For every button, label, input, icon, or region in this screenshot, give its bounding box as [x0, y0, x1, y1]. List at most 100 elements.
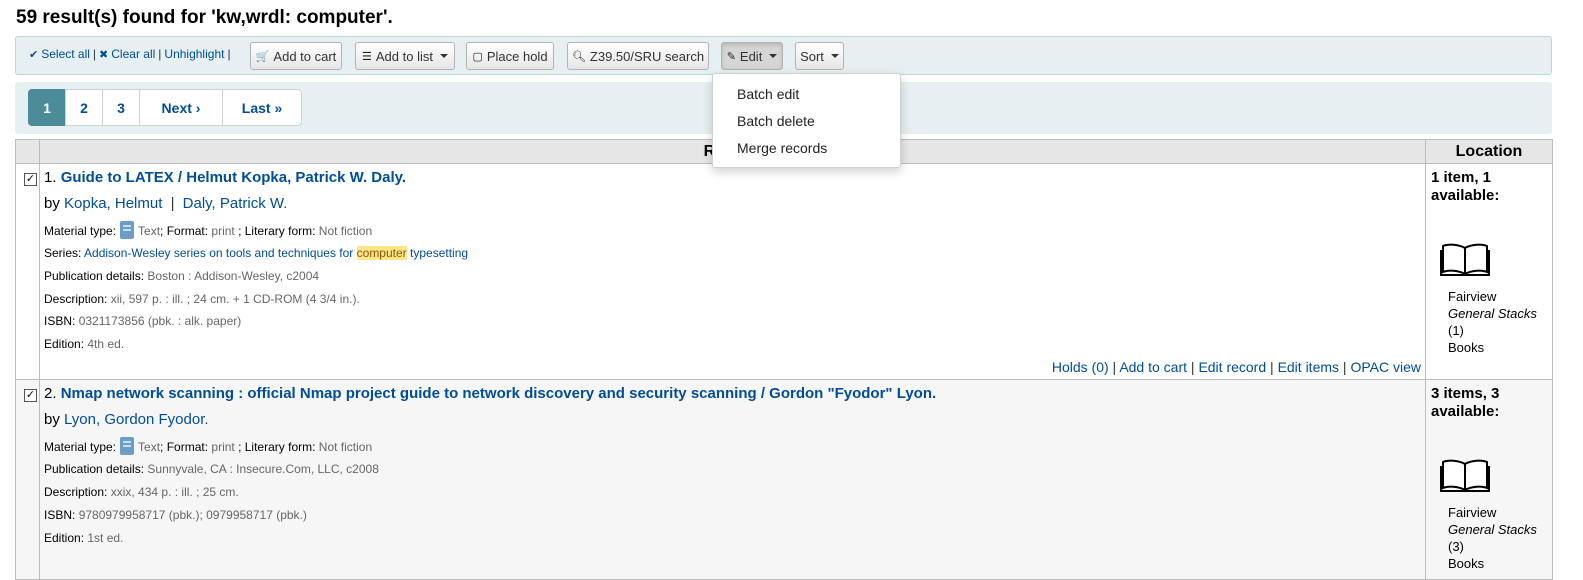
- item-count: (1): [1448, 323, 1464, 338]
- table-row: ✓ 1. Guide to LATEX / Helmut Kopka, Patr…: [15, 163, 1553, 380]
- select-column-header: [15, 139, 40, 164]
- row-checkbox[interactable]: ✓: [24, 389, 37, 402]
- edit-record-link[interactable]: Edit record: [1198, 359, 1266, 375]
- isbn-line: ISBN: 0321173856 (pbk. : alk. paper): [44, 314, 241, 328]
- chevron-down-icon: [769, 54, 778, 58]
- author-link[interactable]: Daly, Patrick W.: [183, 195, 288, 212]
- material-type-value: Text: [138, 440, 161, 454]
- record-authors: by Lyon, Gordon Fyodor.: [44, 411, 209, 428]
- table-row: ✓ 2. Nmap network scanning : official Nm…: [15, 379, 1553, 580]
- z3950-search-button[interactable]: 🔍︎ Z39.50/SRU search: [567, 42, 709, 70]
- material-type-line: Material type: Text; Format: print ; Lite…: [44, 437, 372, 455]
- literary-form-label: ; Literary form:: [238, 440, 316, 454]
- holding-info: Fairview General Stacks (1) Books: [1448, 288, 1537, 356]
- add-to-list-button[interactable]: ☰ Add to list: [355, 42, 455, 70]
- description-line: Description: xii, 597 p. : ill. ; 24 cm.…: [44, 292, 360, 306]
- place-hold-button[interactable]: ▢ Place hold: [466, 42, 554, 70]
- last-page[interactable]: Last »: [222, 89, 302, 126]
- location-cell: 1 item, 1 available: Fairview General St…: [1425, 163, 1553, 380]
- holding-info: Fairview General Stacks (3) Books: [1448, 504, 1537, 572]
- description-label: Description:: [44, 485, 108, 499]
- results-table: Results Location ✓ 1. Guide to LATEX / H…: [15, 139, 1553, 580]
- publication-line: Publication details: Sunnyvale, CA : Ins…: [44, 462, 379, 476]
- author-link[interactable]: Kopka, Helmut: [64, 195, 162, 212]
- select-all-link[interactable]: Select all: [41, 47, 90, 61]
- isbn-label: ISBN:: [44, 314, 76, 328]
- book-text-icon: [120, 437, 135, 455]
- publication-value: Sunnyvale, CA : Insecure.Com, LLC, c2008: [147, 462, 379, 476]
- description-value: xii, 597 p. : ill. ; 24 cm. + 1 CD-ROM (…: [110, 292, 360, 306]
- edition-label: Edition:: [44, 531, 85, 545]
- pencil-icon: ✎: [726, 50, 736, 63]
- edition-label: Edition:: [44, 337, 85, 351]
- location-column-header: Location: [1425, 139, 1553, 164]
- format-label: ; Format:: [160, 440, 209, 454]
- literary-form-label: ; Literary form:: [238, 224, 316, 238]
- edition-value: 4th ed.: [87, 337, 125, 351]
- availability-text: 1 item, 1 available:: [1431, 169, 1500, 204]
- isbn-value: 9780979958717 (pbk.); 0979958717 (pbk.): [78, 508, 307, 522]
- sort-button[interactable]: Sort: [795, 42, 844, 70]
- material-type-label: Material type:: [44, 440, 117, 454]
- opac-view-link[interactable]: OPAC view: [1350, 359, 1421, 375]
- row-checkbox[interactable]: ✓: [24, 173, 37, 186]
- record-title: 2. Nmap network scanning : official Nmap…: [44, 385, 936, 402]
- page-2[interactable]: 2: [65, 89, 103, 126]
- next-page[interactable]: Next ›: [139, 89, 223, 126]
- series-link[interactable]: Addison-Wesley series on tools and techn…: [84, 246, 468, 260]
- by-label: by: [44, 195, 60, 212]
- sort-label: Sort: [800, 48, 824, 64]
- record-details: 1. Guide to LATEX / Helmut Kopka, Patric…: [39, 163, 1426, 380]
- material-type-label: Material type:: [44, 224, 117, 238]
- author-link[interactable]: Lyon, Gordon Fyodor.: [64, 411, 209, 428]
- edit-dropdown-menu: Batch edit Batch delete Merge records: [712, 73, 901, 168]
- pagination: 1 2 3 Next › Last »: [28, 89, 302, 126]
- description-label: Description:: [44, 292, 108, 306]
- add-to-cart-link[interactable]: Add to cart: [1119, 359, 1187, 375]
- description-value: xxix, 434 p. : ill. ; 25 cm.: [110, 485, 239, 499]
- unhighlight-link[interactable]: Unhighlight: [164, 47, 224, 61]
- page-3[interactable]: 3: [102, 89, 140, 126]
- isbn-label: ISBN:: [44, 508, 76, 522]
- edit-items-link[interactable]: Edit items: [1278, 359, 1339, 375]
- book-icon: [1440, 243, 1490, 276]
- place-hold-label: Place hold: [486, 48, 548, 64]
- record-number: 1.: [44, 169, 57, 186]
- edition-line: Edition: 4th ed.: [44, 337, 124, 351]
- row-select-cell: ✓: [15, 379, 40, 580]
- cart-icon: 🛒: [255, 50, 270, 63]
- publication-label: Publication details:: [44, 462, 145, 476]
- holds-link[interactable]: Holds (0): [1052, 359, 1109, 375]
- add-to-cart-button[interactable]: 🛒 Add to cart: [250, 42, 342, 70]
- material-type-line: Material type: Text; Format: print ; Lite…: [44, 221, 372, 239]
- merge-records-menu-item[interactable]: Merge records: [737, 140, 827, 156]
- format-value: print: [211, 440, 235, 454]
- add-to-cart-label: Add to cart: [273, 48, 337, 64]
- chevron-down-icon: [439, 54, 448, 58]
- record-title-link[interactable]: Guide to LATEX / Helmut Kopka, Patrick W…: [61, 169, 406, 186]
- library-name: Fairview: [1448, 289, 1497, 304]
- material-type-value: Text: [138, 224, 161, 238]
- location-cell: 3 items, 3 available: Fairview General S…: [1425, 379, 1553, 580]
- record-number: 2.: [44, 385, 57, 402]
- results-toolbar: ✔ Select all | ✖ Clear all | Unhighlight | 🛒 Add…: [15, 36, 1552, 75]
- page-1[interactable]: 1: [28, 89, 66, 126]
- record-title: 1. Guide to LATEX / Helmut Kopka, Patric…: [44, 169, 406, 186]
- publication-value: Boston : Addison-Wesley, c2004: [147, 269, 320, 283]
- clear-all-link[interactable]: Clear all: [111, 47, 155, 61]
- availability-text: 3 items, 3 available:: [1431, 385, 1500, 420]
- check-icon: ✔: [29, 49, 39, 61]
- item-type: Books: [1448, 340, 1485, 355]
- z3950-label: Z39.50/SRU search: [589, 48, 705, 64]
- edit-label: Edit: [739, 48, 763, 64]
- close-icon: ✖: [99, 49, 109, 61]
- edit-button[interactable]: ✎ Edit: [721, 42, 783, 70]
- isbn-line: ISBN: 9780979958717 (pbk.); 0979958717 (…: [44, 508, 307, 522]
- record-title-link[interactable]: Nmap network scanning : official Nmap pr…: [61, 385, 936, 402]
- literary-form-value: Not fiction: [318, 440, 373, 454]
- batch-delete-menu-item[interactable]: Batch delete: [737, 113, 815, 129]
- item-type: Books: [1448, 556, 1485, 571]
- collection-name: General Stacks: [1448, 306, 1537, 321]
- batch-edit-menu-item[interactable]: Batch edit: [737, 86, 799, 102]
- series-line: Series: Addison-Wesley series on tools a…: [44, 246, 468, 260]
